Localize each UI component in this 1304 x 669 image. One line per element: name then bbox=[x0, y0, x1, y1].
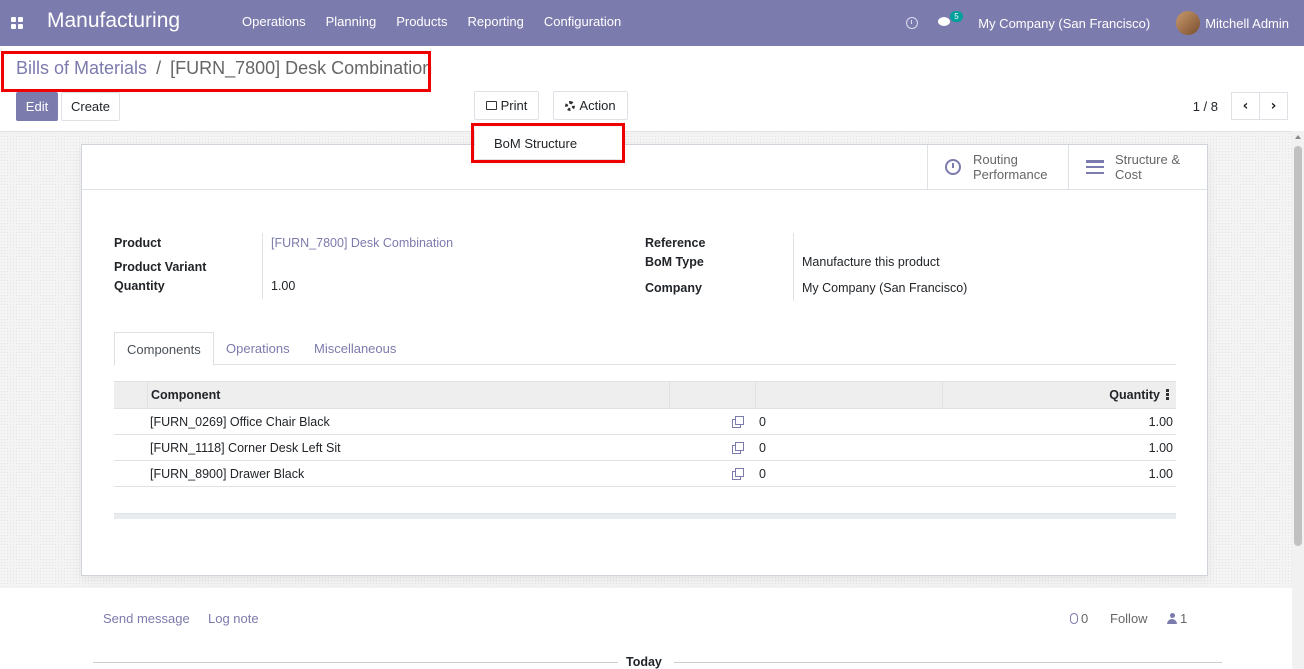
followers-button[interactable]: 1 bbox=[1167, 611, 1187, 626]
product-variant-label: Product Variant bbox=[114, 260, 207, 274]
form-sheet: Routing Performance Structure & Cost Pro… bbox=[81, 144, 1208, 576]
user-menu[interactable]: Mitchell Admin bbox=[1205, 16, 1289, 31]
sheet-header-divider bbox=[82, 189, 1207, 190]
user-icon bbox=[1167, 613, 1177, 624]
main-menu: Operations Planning Products Reporting C… bbox=[242, 14, 621, 29]
components-table-footer bbox=[114, 513, 1176, 519]
edit-button[interactable]: Edit bbox=[16, 92, 58, 121]
header-component[interactable]: Component bbox=[151, 382, 220, 408]
tab-operations[interactable]: Operations bbox=[214, 332, 302, 365]
action-button[interactable]: Action bbox=[553, 91, 628, 120]
attachments-count: 0 bbox=[1081, 611, 1089, 626]
availability-icon[interactable] bbox=[732, 442, 744, 454]
structure-cost-line2: Cost bbox=[1115, 167, 1142, 182]
print-icon bbox=[485, 101, 497, 110]
tab-miscellaneous[interactable]: Miscellaneous bbox=[302, 332, 408, 365]
bom-structure-highlight-box bbox=[471, 123, 625, 163]
row-availability: 0 bbox=[759, 467, 766, 481]
company-value: My Company (San Francisco) bbox=[802, 281, 968, 295]
user-avatar[interactable] bbox=[1176, 11, 1201, 35]
smart-button-box: Routing Performance Structure & Cost bbox=[927, 145, 1208, 189]
header-separator bbox=[147, 382, 148, 408]
pager-value[interactable]: 1 / 8 bbox=[1193, 99, 1218, 114]
tab-components[interactable]: Components bbox=[114, 332, 214, 366]
row-quantity: 1.00 bbox=[1148, 467, 1173, 481]
optional-columns-icon[interactable] bbox=[1166, 389, 1169, 400]
create-button[interactable]: Create bbox=[61, 92, 120, 121]
product-value[interactable]: [FURN_7800] Desk Combination bbox=[271, 236, 453, 250]
bom-type-value: Manufacture this product bbox=[802, 255, 940, 269]
menu-planning[interactable]: Planning bbox=[326, 14, 377, 29]
send-message-button[interactable]: Send message bbox=[103, 611, 190, 626]
routing-performance-line2: Performance bbox=[973, 167, 1048, 182]
table-row[interactable]: [FURN_0269] Office Chair Black 0 1.00 bbox=[114, 409, 1176, 435]
table-row[interactable]: [FURN_8900] Drawer Black 0 1.00 bbox=[114, 461, 1176, 487]
row-component: [FURN_8900] Drawer Black bbox=[150, 467, 305, 481]
pager-previous-button[interactable]: ‹ bbox=[1231, 92, 1260, 120]
structure-cost-button[interactable]: Structure & Cost bbox=[1068, 145, 1208, 189]
row-component: [FURN_1118] Corner Desk Left Sit bbox=[150, 441, 341, 455]
company-switcher[interactable]: My Company (San Francisco) bbox=[978, 16, 1150, 31]
company-label: Company bbox=[645, 281, 702, 295]
attachments-button[interactable]: 0 bbox=[1070, 611, 1088, 626]
header-separator bbox=[755, 382, 756, 408]
activity-clock-icon[interactable] bbox=[906, 17, 919, 29]
row-availability: 0 bbox=[759, 415, 766, 429]
table-row[interactable]: [FURN_1118] Corner Desk Left Sit 0 1.00 bbox=[114, 435, 1176, 461]
routing-performance-button[interactable]: Routing Performance bbox=[927, 145, 1068, 189]
today-separator-label: Today bbox=[626, 655, 662, 669]
follow-button[interactable]: Follow bbox=[1110, 611, 1148, 626]
menu-products[interactable]: Products bbox=[396, 14, 447, 29]
quantity-value: 1.00 bbox=[271, 279, 296, 293]
row-quantity: 1.00 bbox=[1148, 415, 1173, 429]
messaging-icon[interactable]: 5 bbox=[938, 11, 963, 29]
pager-next-button[interactable]: › bbox=[1259, 92, 1288, 120]
availability-icon[interactable] bbox=[732, 416, 744, 428]
availability-icon[interactable] bbox=[732, 468, 744, 480]
menu-configuration[interactable]: Configuration bbox=[544, 14, 621, 29]
menu-reporting[interactable]: Reporting bbox=[468, 14, 524, 29]
breadcrumb-highlight-box bbox=[1, 51, 431, 92]
action-button-label: Action bbox=[579, 98, 616, 113]
structure-cost-line1: Structure & bbox=[1115, 152, 1181, 167]
notebook-tabs: Components Operations Miscellaneous bbox=[114, 332, 1176, 366]
reference-label: Reference bbox=[645, 236, 706, 250]
row-component: [FURN_0269] Office Chair Black bbox=[150, 415, 330, 429]
routing-performance-line1: Routing bbox=[973, 152, 1018, 167]
navbar-systray: 5 My Company (San Francisco) Mitchell Ad… bbox=[906, 0, 1289, 46]
scrollbar-thumb[interactable] bbox=[1294, 146, 1302, 546]
header-quantity[interactable]: Quantity bbox=[1109, 382, 1160, 408]
quantity-label: Quantity bbox=[114, 279, 165, 293]
bom-type-label: BoM Type bbox=[645, 255, 704, 269]
left-group-divider bbox=[262, 233, 263, 299]
top-navbar: Manufacturing Operations Planning Produc… bbox=[0, 0, 1304, 46]
app-title[interactable]: Manufacturing bbox=[47, 9, 180, 33]
components-table-header: Component Quantity bbox=[114, 381, 1176, 409]
apps-menu-icon[interactable] bbox=[11, 17, 23, 29]
right-group-divider bbox=[793, 233, 794, 301]
bars-icon bbox=[1086, 160, 1104, 174]
paperclip-icon bbox=[1070, 613, 1078, 624]
header-separator bbox=[669, 382, 670, 408]
menu-operations[interactable]: Operations bbox=[242, 14, 306, 29]
clock-icon bbox=[945, 159, 961, 175]
log-note-button[interactable]: Log note bbox=[208, 611, 259, 626]
print-button-label: Print bbox=[500, 98, 528, 113]
product-label: Product bbox=[114, 236, 162, 250]
today-divider-right bbox=[674, 662, 1222, 663]
message-count-badge: 5 bbox=[950, 11, 963, 22]
gear-icon bbox=[565, 100, 576, 111]
followers-count: 1 bbox=[1180, 611, 1188, 626]
chat-bubble-icon bbox=[938, 17, 951, 26]
print-button[interactable]: Print bbox=[474, 91, 539, 120]
row-availability: 0 bbox=[759, 441, 766, 455]
today-divider-left bbox=[93, 662, 618, 663]
vertical-scrollbar[interactable] bbox=[1292, 131, 1304, 669]
scroll-up-arrow-icon[interactable] bbox=[1295, 135, 1301, 139]
row-quantity: 1.00 bbox=[1148, 441, 1173, 455]
header-separator bbox=[942, 382, 943, 408]
